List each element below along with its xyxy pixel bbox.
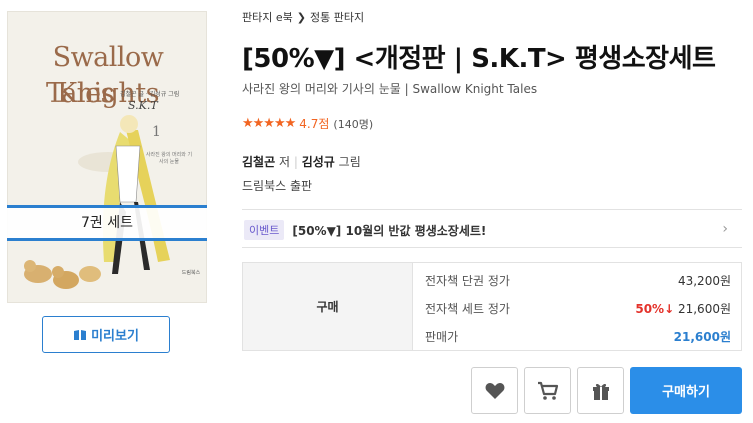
breadcrumb-subcategory[interactable]: 정통 판타지 xyxy=(310,9,364,25)
cart-button[interactable] xyxy=(524,367,571,414)
divider xyxy=(242,247,742,248)
event-text: [50%▼] 10월의 반값 평생소장세트! xyxy=(292,223,487,238)
star-rating-icon: ★★★★★ xyxy=(242,116,296,131)
author-writer-role: 저 xyxy=(278,155,290,169)
gift-icon xyxy=(592,383,609,400)
rating-score: 4.7점 xyxy=(299,117,330,131)
book-subtitle: 사라진 왕의 머리와 기사의 눈물 | Swallow Knight Tales xyxy=(242,82,538,96)
sale-price: 21,600원 xyxy=(673,330,731,344)
cover-authors: 김철곤 글 · 김성규 그림 xyxy=(120,91,180,98)
wishlist-button[interactable] xyxy=(471,367,518,414)
chevron-right-icon: › xyxy=(722,221,728,237)
rating-count: (140명) xyxy=(333,117,374,131)
author-artist-role: 그림 xyxy=(338,155,361,169)
cover-logo: S.K.T xyxy=(128,99,158,112)
price-table: 구매 전자책 단권 정가 43,200원 전자책 세트 정가 50%↓ 21,6… xyxy=(242,262,742,351)
book-title: [50%▼] <개정판 | S.K.T> 평생소장세트 xyxy=(242,44,716,74)
cover-publisher: 드림북스 xyxy=(181,270,201,276)
divider xyxy=(242,209,742,210)
cover-note: 사라진 왕의 머리와 기사의 눈물 xyxy=(145,152,193,165)
event-banner[interactable]: 이벤트 [50%▼] 10월의 반값 평생소장세트! › xyxy=(242,216,742,244)
preview-button[interactable]: 미리보기 xyxy=(42,316,170,353)
author-line: 김철곤 저 | 김성규 그림 xyxy=(242,155,361,169)
price-label: 판매가 xyxy=(425,330,459,344)
set-price: 21,600원 xyxy=(677,302,731,316)
heart-icon xyxy=(485,382,504,399)
price-label: 전자책 단권 정가 xyxy=(425,274,510,288)
set-count-band: 7권 세트 xyxy=(7,205,207,241)
publisher-name[interactable]: 드림북스 출판 xyxy=(242,179,312,193)
author-artist[interactable]: 김성규 xyxy=(302,155,335,169)
chevron-right-icon: ❯ xyxy=(296,10,306,24)
price-value: 43,200원 xyxy=(677,274,731,288)
book-cover[interactable]: Swallow Knights Tales 김철곤 글 · 김성규 그림 S.K… xyxy=(7,11,207,303)
rating[interactable]: ★★★★★ 4.7점 (140명) xyxy=(242,115,373,132)
price-value-set: 50%↓ 21,600원 xyxy=(635,300,731,317)
breadcrumb-category[interactable]: 판타지 e북 xyxy=(242,9,293,25)
cart-icon xyxy=(537,381,558,400)
author-writer[interactable]: 김철곤 xyxy=(242,155,275,169)
price-row-single: 전자책 단권 정가 43,200원 xyxy=(425,265,731,293)
event-badge: 이벤트 xyxy=(244,220,285,240)
breadcrumb: 판타지 e북 ❯ 정통 판타지 xyxy=(242,9,364,25)
price-row-set: 전자책 세트 정가 50%↓ 21,600원 xyxy=(425,293,731,321)
publisher: 드림북스 출판 xyxy=(242,177,312,194)
price-label: 전자책 세트 정가 xyxy=(425,302,510,316)
discount-rate: 50%↓ xyxy=(635,302,675,316)
gift-button[interactable] xyxy=(577,367,624,414)
buy-label: 구매 xyxy=(243,263,413,350)
book-icon xyxy=(74,329,87,340)
buy-button[interactable]: 구매하기 xyxy=(630,367,742,414)
preview-label: 미리보기 xyxy=(91,329,139,344)
cover-volume: 1 xyxy=(152,124,161,140)
price-row-sale: 판매가 21,600원 xyxy=(425,321,731,349)
